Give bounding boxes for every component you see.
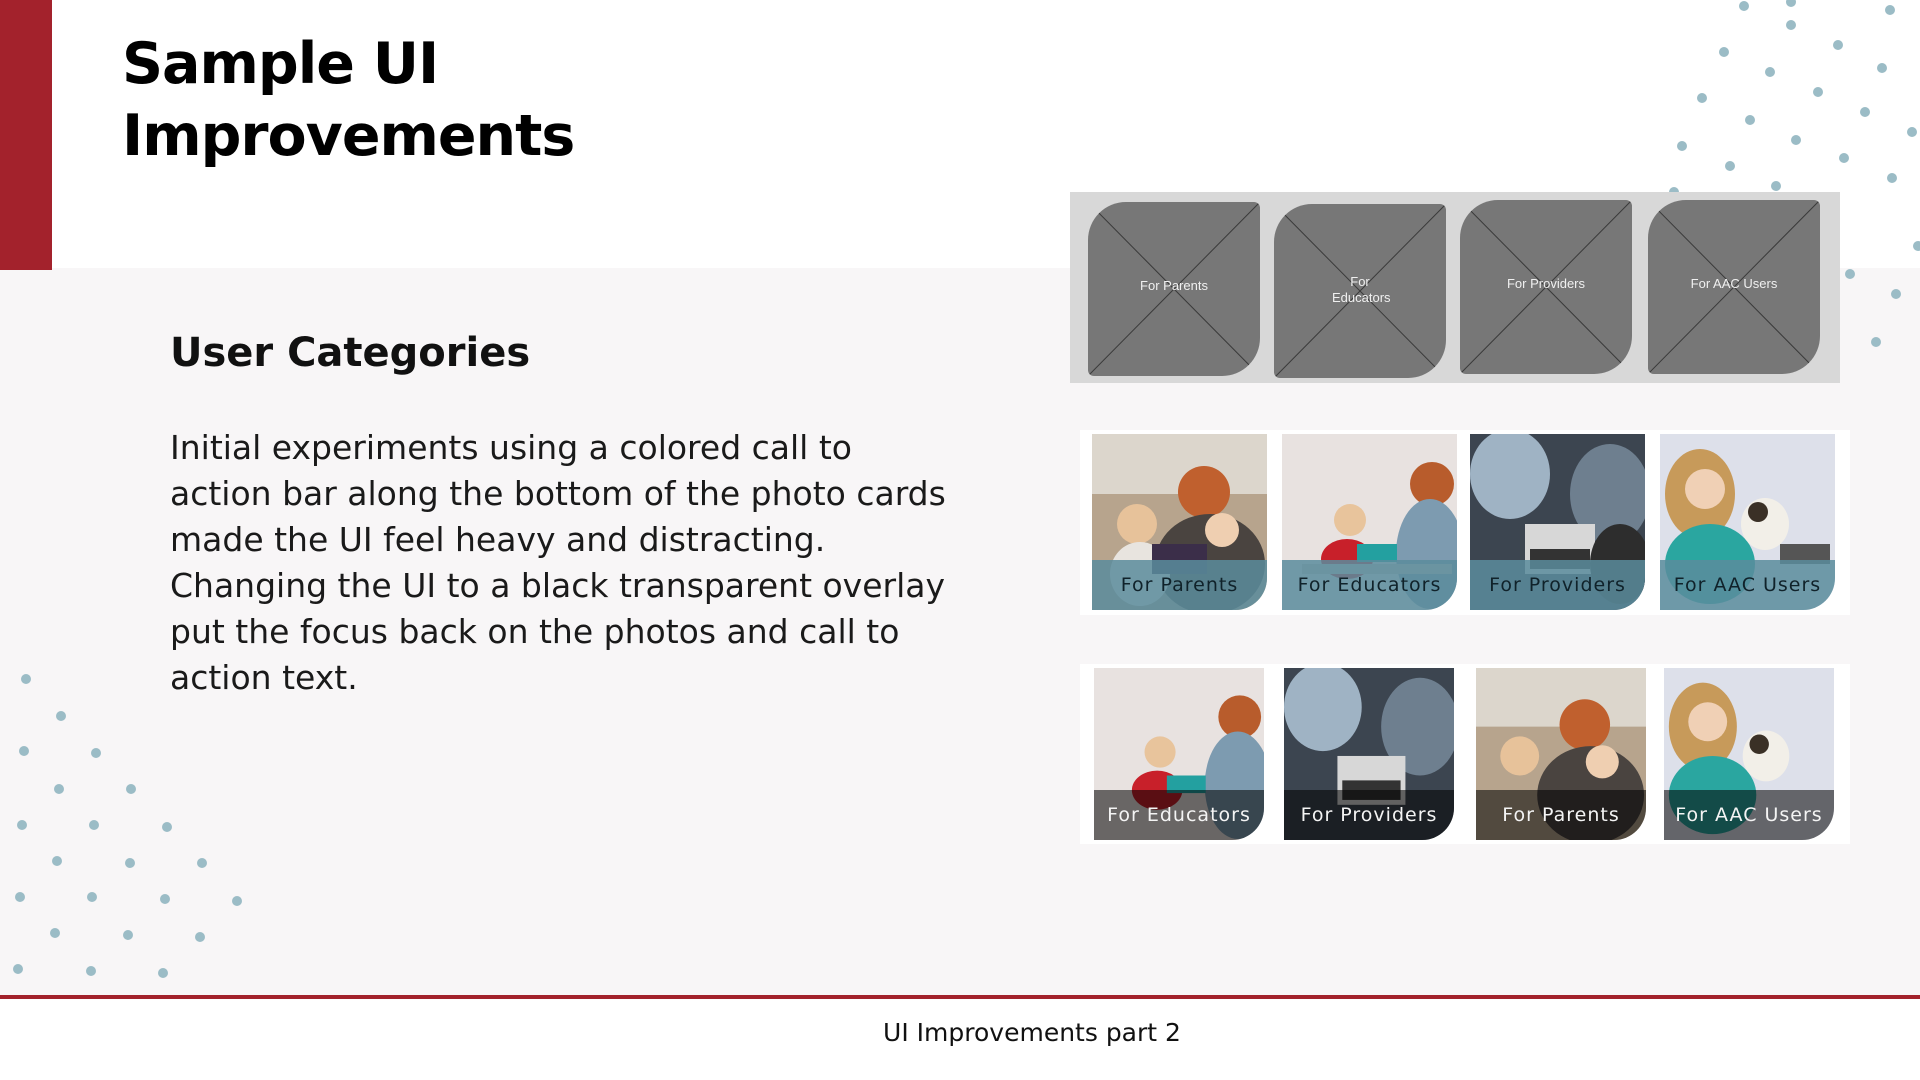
photo-card-educators[interactable]: For Educators [1094, 668, 1264, 840]
photo-card-aac-users[interactable]: For AAC Users [1664, 668, 1834, 840]
slide-title: Sample UI Improvements [122, 28, 822, 172]
cta-overlay[interactable]: For Providers [1284, 790, 1454, 840]
cta-bar[interactable]: For AAC Users [1660, 560, 1835, 610]
slide-title-line-1: Sample UI [122, 31, 439, 97]
footer-divider [0, 995, 1920, 999]
body-paragraph: Initial experiments using a colored call… [170, 428, 946, 697]
photo-card-educators[interactable]: For Educators [1282, 434, 1457, 610]
accent-bar [0, 0, 52, 270]
overlay-row: For Educators For Providers For Parents … [1080, 664, 1850, 844]
section-heading: User Categories [170, 330, 531, 376]
cta-bar[interactable]: For Educators [1282, 560, 1457, 610]
wireframe-card-label: For Educators [1332, 274, 1391, 305]
wireframe-card: For Educators [1274, 204, 1446, 378]
wireframe-card: For Providers [1460, 200, 1632, 374]
cta-overlay[interactable]: For Parents [1476, 790, 1646, 840]
colored-bar-row: For Parents For Educators For Providers … [1080, 430, 1850, 615]
photo-card-aac-users[interactable]: For AAC Users [1660, 434, 1835, 610]
wireframe-card: For AAC Users [1648, 200, 1820, 374]
wireframe-card-label: For Parents [1140, 278, 1208, 293]
cta-bar[interactable]: For Parents [1092, 560, 1267, 610]
wireframe-card: For Parents [1088, 202, 1260, 376]
slide-title-line-2: Improvements [122, 103, 575, 169]
wireframe-card-label: For Providers [1506, 276, 1586, 291]
dot-pattern-bottom-left [13, 674, 242, 978]
photo-card-parents[interactable]: For Parents [1092, 434, 1267, 610]
wireframe-card-label: For AAC Users [1690, 276, 1778, 291]
photo-card-providers[interactable]: For Providers [1470, 434, 1645, 610]
cta-bar[interactable]: For Providers [1470, 560, 1645, 610]
photo-card-providers[interactable]: For Providers [1284, 668, 1454, 840]
photo-card-parents[interactable]: For Parents [1476, 668, 1646, 840]
cta-overlay[interactable]: For Educators [1094, 790, 1264, 840]
wireframe-row: For Parents For Educators For Providers … [1070, 192, 1840, 383]
footer-text: UI Improvements part 2 [883, 1018, 1181, 1047]
cta-overlay[interactable]: For AAC Users [1664, 790, 1834, 840]
